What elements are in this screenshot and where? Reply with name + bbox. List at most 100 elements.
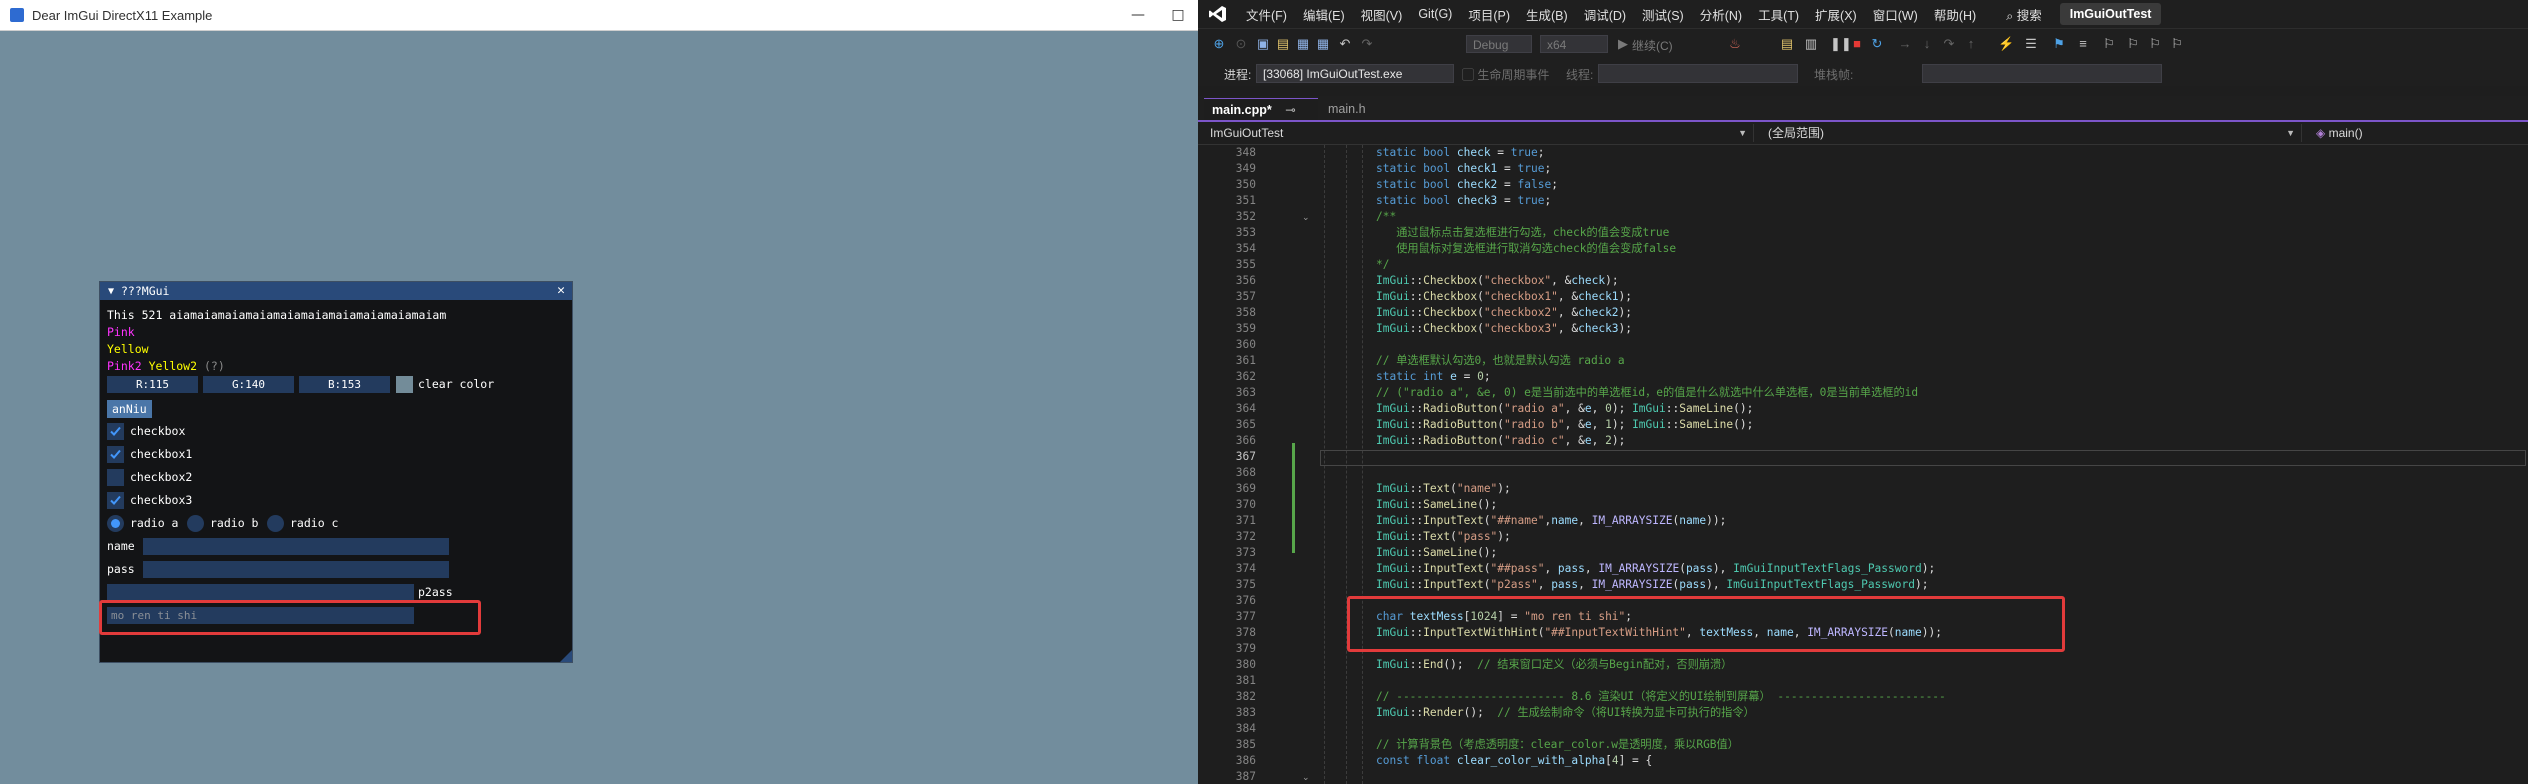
code-text[interactable]: // ("radio a", &e, 0) e是当前选中的单选框id，e的值是什… xyxy=(1376,385,1918,401)
code-line[interactable]: 372 ImGui::Text("pass"); xyxy=(1198,529,2528,545)
code-text[interactable]: 通过鼠标点击复选框进行勾选，check的值会变成true xyxy=(1376,225,1669,241)
code-text[interactable]: ImGui::RadioButton("radio a", &e, 0); Im… xyxy=(1376,401,1753,417)
name-input[interactable] xyxy=(143,538,449,555)
code-line[interactable]: 382 // ------------------------- 8.6 渲染UI… xyxy=(1198,689,2528,705)
diagnostics-icon[interactable]: ⚡ xyxy=(1998,37,2014,51)
help-marker[interactable]: (?) xyxy=(204,359,225,373)
save-all-icon[interactable]: ▦ xyxy=(1316,37,1330,51)
code-line[interactable]: 366 ImGui::RadioButton("radio c", &e, 2); xyxy=(1198,433,2528,449)
menu-project[interactable]: 项目(P) xyxy=(1460,5,1518,24)
step-icon[interactable]: → xyxy=(1898,37,1912,51)
code-line[interactable]: 367 xyxy=(1198,449,2528,465)
color-b-field[interactable]: B:153 xyxy=(299,376,390,393)
code-line[interactable]: 371 ImGui::InputText("##name",name, IM_AR… xyxy=(1198,513,2528,529)
code-line[interactable]: 385 // 计算背景色（考虑透明度：clear_color.w是透明度，乘以RG… xyxy=(1198,737,2528,753)
code-line[interactable]: 359 ImGui::Checkbox("checkbox3", &check3)… xyxy=(1198,321,2528,337)
code-text[interactable]: ImGui::InputText("p2ass", pass, IM_ARRAY… xyxy=(1376,577,1928,593)
code-text[interactable]: ImGui::SameLine(); xyxy=(1376,545,1497,561)
code-text[interactable]: */ xyxy=(1376,257,1389,273)
undo-icon[interactable]: ↶ xyxy=(1338,37,1352,51)
code-text[interactable]: ImGui::SameLine(); xyxy=(1376,497,1497,513)
menu-window[interactable]: 窗口(W) xyxy=(1865,5,1926,24)
member-nav-dropdown[interactable]: ◈ main() xyxy=(2310,124,2524,142)
menu-test[interactable]: 测试(S) xyxy=(1634,5,1692,24)
code-text[interactable]: // ------------------------- 8.6 渲染UI（将定… xyxy=(1376,689,1946,705)
code-text[interactable]: ImGui::Render(); // 生成绘制命令（将UI转换为显卡可执行的指… xyxy=(1376,705,1755,721)
bookmark-toggle-icon[interactable]: ⚐ xyxy=(2102,37,2116,51)
code-text[interactable]: const float clear_color_with_alpha[4] = … xyxy=(1376,753,1652,769)
code-line[interactable]: 357 ImGui::Checkbox("checkbox1", &check1)… xyxy=(1198,289,2528,305)
menu-file[interactable]: 文件(F) xyxy=(1238,5,1295,24)
code-editor[interactable]: ⌄ ⌄ 348 static bool check = true; 349 stati… xyxy=(1198,145,2528,784)
p2ass-input[interactable] xyxy=(107,584,414,601)
restart-icon[interactable]: ↻ xyxy=(1870,37,1884,51)
save-icon[interactable]: ▦ xyxy=(1296,37,1310,51)
code-line[interactable]: 356 ImGui::Checkbox("checkbox", &check); xyxy=(1198,273,2528,289)
code-line[interactable]: 364 ImGui::RadioButton("radio a", &e, 0);… xyxy=(1198,401,2528,417)
radio-b[interactable] xyxy=(187,515,204,532)
checkbox-0[interactable] xyxy=(107,423,124,440)
code-line[interactable]: 354 使用鼠标对复选框进行取消勾选check的值会变成false xyxy=(1198,241,2528,257)
code-text[interactable]: ImGui::Checkbox("checkbox", &check); xyxy=(1376,273,1619,289)
color-swatch[interactable] xyxy=(396,376,413,393)
bookmark-prev-icon[interactable]: ⚐ xyxy=(2126,37,2140,51)
resize-grip[interactable] xyxy=(560,650,572,662)
platform-dropdown[interactable]: x64 xyxy=(1540,35,1608,53)
code-line[interactable]: 353 通过鼠标点击复选框进行勾选，check的值会变成true xyxy=(1198,225,2528,241)
code-text[interactable]: ImGui::RadioButton("radio b", &e, 1); Im… xyxy=(1376,417,1753,433)
code-line[interactable]: 349 static bool check1 = true; xyxy=(1198,161,2528,177)
code-line[interactable]: 386 const float clear_color_with_alpha[4]… xyxy=(1198,753,2528,769)
color-g-field[interactable]: G:140 xyxy=(203,376,294,393)
radio-a[interactable] xyxy=(107,515,124,532)
code-text[interactable]: ImGui::InputText("##pass", pass, IM_ARRA… xyxy=(1376,561,1935,577)
collapse-arrow-icon[interactable]: ▼ xyxy=(103,286,119,297)
code-line[interactable]: 368 xyxy=(1198,465,2528,481)
bookmark-next-icon[interactable]: ⚐ xyxy=(2148,37,2162,51)
menu-debug[interactable]: 调试(D) xyxy=(1576,5,1634,24)
menu-edit[interactable]: 编辑(E) xyxy=(1295,5,1353,24)
code-text[interactable]: static bool check = true; xyxy=(1376,145,1544,161)
project-nav-dropdown[interactable]: ImGuiOutTest ▼ xyxy=(1204,124,1754,142)
minimize-icon[interactable]: — xyxy=(1118,0,1158,30)
stack-frame-dropdown[interactable] xyxy=(1922,64,2162,83)
thread-dropdown[interactable] xyxy=(1598,64,1798,83)
panel-titlebar[interactable]: ▼ ???MGui ✕ xyxy=(100,282,572,300)
code-text[interactable]: ImGui::Text("name"); xyxy=(1376,481,1511,497)
code-text[interactable]: // 单选框默认勾选0，也就是默认勾选 radio a xyxy=(1376,353,1625,369)
maximize-icon[interactable]: □ xyxy=(1158,0,1198,30)
process-dropdown[interactable]: [33068] ImGuiOutTest.exe xyxy=(1256,64,1454,83)
folder-icon[interactable]: ▤ xyxy=(1780,37,1794,51)
code-text[interactable]: ImGui::Text("pass"); xyxy=(1376,529,1511,545)
menu-help[interactable]: 帮助(H) xyxy=(1926,5,1984,24)
code-line[interactable]: 360 xyxy=(1198,337,2528,353)
code-line[interactable]: 380 ImGui::End(); // 结束窗口定义（必须与Begin配对，否则… xyxy=(1198,657,2528,673)
code-text[interactable]: ImGui::End(); // 结束窗口定义（必须与Begin配对，否则崩溃） xyxy=(1376,657,1732,673)
navigate-back-icon[interactable]: ⊕ xyxy=(1212,37,1226,51)
code-line[interactable]: 363 // ("radio a", &e, 0) e是当前选中的单选框id，e的… xyxy=(1198,385,2528,401)
code-line[interactable]: 373 ImGui::SameLine(); xyxy=(1198,545,2528,561)
step-into-icon[interactable]: ↓ xyxy=(1920,37,1934,51)
lifecycle-events-button[interactable]: ▢ 生命周期事件 xyxy=(1462,66,1549,83)
checkbox-3[interactable] xyxy=(107,492,124,509)
code-text[interactable]: ImGui::InputText("##name",name, IM_ARRAY… xyxy=(1376,513,1726,529)
code-text[interactable]: 使用鼠标对复选框进行取消勾选check的值会变成false xyxy=(1376,241,1676,257)
code-text[interactable]: static int e = 0; xyxy=(1376,369,1491,385)
checkbox-1[interactable] xyxy=(107,446,124,463)
code-line[interactable]: 383 ImGui::Render(); // 生成绘制命令（将UI转换为显卡可执… xyxy=(1198,705,2528,721)
window-layout-icon[interactable]: ▥ xyxy=(1804,37,1818,51)
code-line[interactable]: 350 static bool check2 = false; xyxy=(1198,177,2528,193)
menu-tools[interactable]: 工具(T) xyxy=(1750,5,1807,24)
code-line[interactable]: 358 ImGui::Checkbox("checkbox2", &check2)… xyxy=(1198,305,2528,321)
new-item-icon[interactable]: ▣ xyxy=(1256,37,1270,51)
menu-analyze[interactable]: 分析(N) xyxy=(1692,5,1750,24)
scope-nav-dropdown[interactable]: (全局范围) ▼ xyxy=(1762,124,2302,142)
code-text[interactable]: static bool check3 = true; xyxy=(1376,193,1551,209)
code-text[interactable]: /** xyxy=(1376,209,1396,225)
code-text[interactable]: static bool check2 = false; xyxy=(1376,177,1558,193)
bookmark-icon[interactable]: ⚑ xyxy=(2052,37,2066,51)
code-text[interactable]: ImGui::RadioButton("radio c", &e, 2); xyxy=(1376,433,1625,449)
bookmark-clear-icon[interactable]: ⚐ xyxy=(2170,37,2184,51)
code-text[interactable]: static bool check1 = true; xyxy=(1376,161,1551,177)
radio-c[interactable] xyxy=(267,515,284,532)
open-icon[interactable]: ▤ xyxy=(1276,37,1290,51)
